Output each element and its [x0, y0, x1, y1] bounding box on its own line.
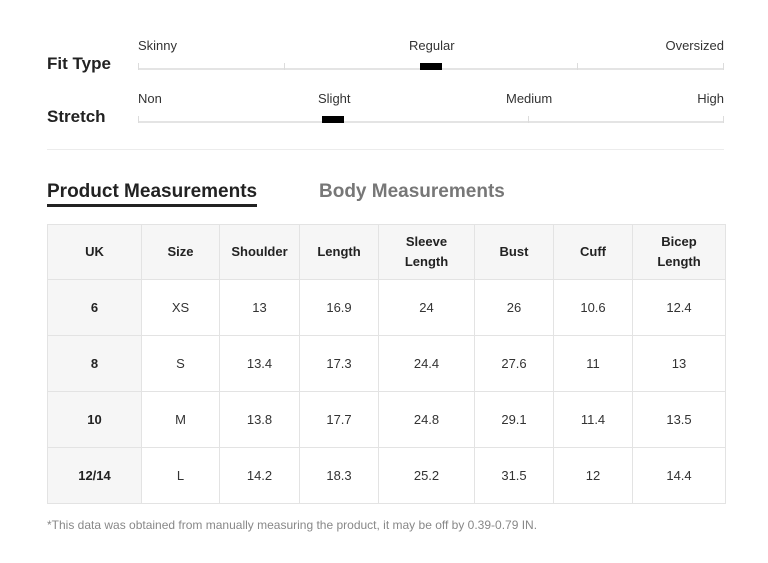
- cell-uk: 12/14: [47, 447, 142, 504]
- cell-cuff: 11.4: [553, 391, 633, 448]
- cell-length: 17.3: [299, 335, 379, 392]
- cell-size: S: [141, 335, 220, 392]
- table-header-row: UK Size Shoulder Length Sleeve Length Bu…: [47, 224, 726, 280]
- cell-cuff: 11: [553, 335, 633, 392]
- stretch-track: [138, 116, 724, 123]
- header-bicep-length-text: Bicep Length: [657, 234, 701, 269]
- tab-product-measurements[interactable]: Product Measurements: [47, 181, 258, 207]
- fit-label-regular: Regular: [409, 38, 455, 53]
- cell-length: 16.9: [299, 279, 379, 336]
- header-shoulder: Shoulder: [219, 224, 300, 280]
- cell-bust: 29.1: [474, 391, 554, 448]
- stretch-label-high: High: [697, 91, 724, 106]
- table-row: 10 M 13.8 17.7 24.8 29.1 11.4 13.5: [47, 391, 726, 448]
- cell-uk: 10: [47, 391, 142, 448]
- header-bicep-length: Bicep Length: [632, 224, 726, 280]
- cell-length: 18.3: [299, 447, 379, 504]
- fit-label-oversized: Oversized: [665, 38, 724, 53]
- cell-sleeve-length: 24.4: [378, 335, 475, 392]
- cell-sleeve-length: 25.2: [378, 447, 475, 504]
- cell-cuff: 12: [553, 447, 633, 504]
- cell-size: XS: [141, 279, 220, 336]
- table-row: 12/14 L 14.2 18.3 25.2 31.5 12 14.4: [47, 447, 726, 504]
- cell-size: M: [141, 391, 220, 448]
- stretch-label-non: Non: [138, 91, 162, 106]
- table-row: 8 S 13.4 17.3 24.4 27.6 11 13: [47, 335, 726, 392]
- cell-sleeve-length: 24: [378, 279, 475, 336]
- fit-type-scale: Fit Type Skinny Regular Oversized: [47, 38, 724, 82]
- stretch-marker: [322, 116, 344, 123]
- header-sleeve-length: Sleeve Length: [378, 224, 475, 280]
- cell-bust: 27.6: [474, 335, 554, 392]
- measurement-disclaimer: *This data was obtained from manually me…: [47, 518, 538, 532]
- fit-tick: [723, 63, 724, 70]
- stretch-tick: [138, 116, 139, 123]
- stretch-title: Stretch: [47, 107, 106, 126]
- cell-uk: 6: [47, 279, 142, 336]
- stretch-tick: [528, 116, 529, 123]
- cell-bust: 31.5: [474, 447, 554, 504]
- cell-sleeve-length: 24.8: [378, 391, 475, 448]
- header-length: Length: [299, 224, 379, 280]
- section-divider: [47, 149, 724, 150]
- cell-bicep-length: 13: [632, 335, 726, 392]
- cell-shoulder: 14.2: [219, 447, 300, 504]
- stretch-label-slight: Slight: [318, 91, 351, 106]
- measurements-table: UK Size Shoulder Length Sleeve Length Bu…: [47, 224, 726, 504]
- fit-type-title: Fit Type: [47, 54, 111, 73]
- cell-bicep-length: 12.4: [632, 279, 726, 336]
- cell-size: L: [141, 447, 220, 504]
- header-cuff: Cuff: [553, 224, 633, 280]
- table-row: 6 XS 13 16.9 24 26 10.6 12.4: [47, 279, 726, 336]
- stretch-label-medium: Medium: [506, 91, 553, 106]
- fit-label-skinny: Skinny: [138, 38, 178, 53]
- tab-body-measurements[interactable]: Body Measurements: [319, 181, 505, 203]
- cell-bust: 26: [474, 279, 554, 336]
- fit-type-marker: [420, 63, 442, 70]
- header-sleeve-length-text: Sleeve Length: [404, 234, 449, 269]
- cell-shoulder: 13: [219, 279, 300, 336]
- cell-bicep-length: 13.5: [632, 391, 726, 448]
- header-size: Size: [141, 224, 220, 280]
- fit-tick: [577, 63, 578, 70]
- fit-tick: [138, 63, 139, 70]
- cell-bicep-length: 14.4: [632, 447, 726, 504]
- header-bust: Bust: [474, 224, 554, 280]
- cell-shoulder: 13.8: [219, 391, 300, 448]
- cell-shoulder: 13.4: [219, 335, 300, 392]
- header-uk: UK: [47, 224, 142, 280]
- cell-uk: 8: [47, 335, 142, 392]
- cell-cuff: 10.6: [553, 279, 633, 336]
- stretch-tick: [723, 116, 724, 123]
- cell-length: 17.7: [299, 391, 379, 448]
- fit-type-track: [138, 63, 724, 70]
- fit-tick: [284, 63, 285, 70]
- stretch-scale: Stretch Non Slight Medium High: [47, 91, 724, 135]
